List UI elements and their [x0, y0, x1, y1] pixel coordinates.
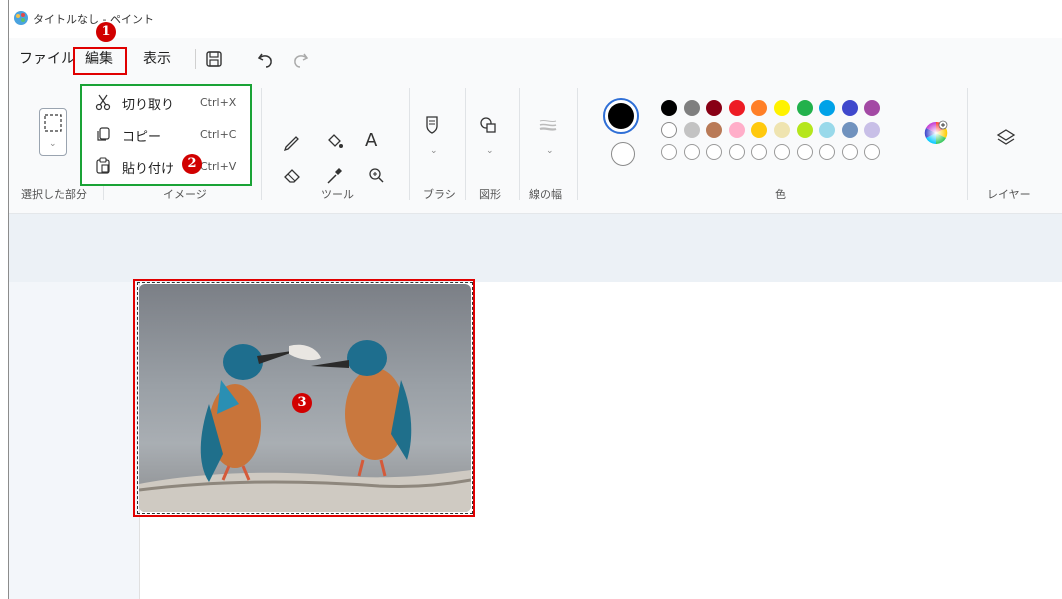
color-swatch[interactable]	[819, 100, 836, 116]
undo-icon[interactable]	[255, 48, 277, 70]
group-separator	[577, 88, 578, 200]
step-badge-2: 2	[182, 154, 202, 174]
color-swatch[interactable]	[706, 100, 723, 116]
group-label-stroke: 線の幅	[529, 188, 562, 201]
menu-item-label: 貼り付け	[122, 162, 175, 177]
menu-item-paste[interactable]: 貼り付け Ctrl+V	[82, 152, 250, 182]
menu-item-shortcut: Ctrl+X	[200, 96, 237, 109]
chevron-down-icon: ⌄	[49, 139, 57, 149]
color-swatch[interactable]	[796, 144, 813, 160]
stroke-size-icon[interactable]	[537, 114, 559, 136]
group-label-tools: ツール	[321, 188, 354, 201]
chevron-down-icon[interactable]: ⌄	[486, 146, 494, 156]
group-separator	[261, 88, 262, 200]
color-swatch[interactable]	[661, 144, 677, 160]
menu-file[interactable]: ファイル	[19, 48, 75, 70]
step-badge-3: 3	[292, 393, 312, 413]
paint-app-icon	[14, 11, 28, 25]
menu-view[interactable]: 表示	[143, 48, 171, 70]
color-swatch[interactable]	[819, 122, 836, 138]
color-swatch[interactable]	[706, 122, 723, 138]
color-swatch[interactable]	[841, 144, 858, 160]
color-swatch[interactable]	[683, 100, 700, 116]
color-swatch[interactable]	[774, 144, 790, 160]
color-swatch[interactable]	[751, 144, 768, 160]
group-label-shapes: 図形	[479, 188, 501, 201]
menu-item-cut[interactable]: 切り取り Ctrl+X	[82, 88, 250, 118]
menu-bar: ファイル 編集 表示	[9, 38, 1062, 80]
primary-color-button[interactable]	[603, 98, 639, 134]
color-swatch[interactable]	[683, 144, 700, 160]
edit-dropdown-menu: 切り取り Ctrl+X コピー Ctrl+C 貼り付け Ctrl+V	[80, 84, 252, 186]
primary-color-swatch	[608, 103, 634, 129]
color-swatch[interactable]	[751, 122, 768, 138]
group-label-image: イメージ	[163, 188, 207, 201]
secondary-color-swatch[interactable]	[611, 142, 635, 166]
shapes-icon[interactable]	[477, 114, 499, 136]
magnifier-icon[interactable]	[365, 164, 387, 186]
copy-icon	[97, 127, 110, 141]
color-picker-icon[interactable]	[323, 164, 345, 186]
color-swatch[interactable]	[728, 144, 745, 160]
color-swatch[interactable]	[728, 100, 745, 116]
menu-divider	[195, 49, 196, 69]
color-swatch[interactable]	[661, 122, 677, 138]
edit-colors-icon[interactable]	[923, 120, 949, 146]
color-swatch[interactable]	[796, 100, 813, 116]
layers-icon[interactable]	[995, 126, 1017, 148]
text-icon[interactable]: A	[365, 130, 377, 151]
group-label-layers: レイヤー	[987, 188, 1031, 201]
title-bar: タイトルなし - ペイント	[9, 0, 1062, 38]
save-icon[interactable]	[203, 48, 225, 70]
color-swatch[interactable]	[841, 100, 858, 116]
pencil-icon[interactable]	[281, 130, 303, 152]
fill-icon[interactable]	[323, 130, 345, 152]
selection-tool-button[interactable]: ⌄	[39, 108, 67, 156]
chevron-down-icon[interactable]: ⌄	[430, 146, 438, 156]
menu-item-copy[interactable]: コピー Ctrl+C	[82, 120, 250, 150]
eraser-icon[interactable]	[281, 164, 303, 186]
color-swatch[interactable]	[864, 144, 881, 160]
color-swatch[interactable]	[706, 144, 723, 160]
redo-icon[interactable]	[289, 48, 311, 70]
highlight-edit-menu	[73, 47, 127, 75]
color-swatch[interactable]	[661, 100, 677, 116]
color-swatch[interactable]	[841, 122, 858, 138]
paste-icon	[96, 157, 110, 174]
group-label-brush: ブラシ	[423, 188, 456, 201]
menu-item-shortcut: Ctrl+C	[200, 128, 237, 141]
menu-item-shortcut: Ctrl+V	[200, 160, 237, 173]
group-separator	[465, 88, 466, 200]
menu-item-label: 切り取り	[122, 98, 175, 113]
scissors-icon	[95, 94, 111, 111]
toolbar-strip	[9, 214, 1062, 282]
color-swatch[interactable]	[774, 122, 790, 138]
group-label-colors: 色	[775, 188, 786, 201]
menu-item-label: コピー	[122, 130, 162, 145]
color-swatch[interactable]	[864, 122, 881, 138]
group-separator	[409, 88, 410, 200]
brush-icon[interactable]	[421, 114, 443, 136]
rectangle-select-icon	[44, 114, 62, 132]
color-swatch[interactable]	[751, 100, 768, 116]
color-swatch[interactable]	[774, 100, 790, 116]
color-swatch[interactable]	[819, 144, 836, 160]
window-title: タイトルなし - ペイント	[33, 13, 154, 26]
color-swatch[interactable]	[864, 100, 881, 116]
step-badge-1: 1	[96, 22, 116, 42]
color-swatch[interactable]	[683, 122, 700, 138]
group-label-selection: 選択した部分	[21, 188, 87, 201]
color-swatch[interactable]	[796, 122, 813, 138]
chevron-down-icon: ⌄	[546, 146, 554, 156]
group-separator	[967, 88, 968, 200]
group-separator	[519, 88, 520, 200]
color-swatch[interactable]	[728, 122, 745, 138]
